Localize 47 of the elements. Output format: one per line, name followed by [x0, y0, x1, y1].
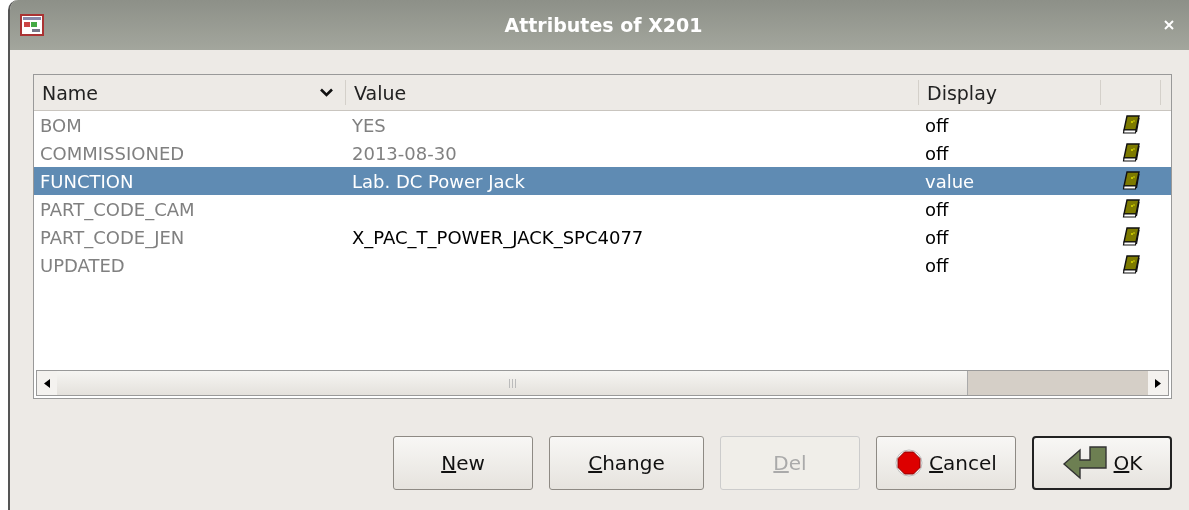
book-icon — [1122, 227, 1140, 247]
table-cell-text: off — [924, 142, 950, 164]
table-cell-text: off — [924, 254, 950, 276]
book-icon — [1122, 171, 1140, 191]
table-cell-text: YES — [351, 114, 387, 136]
attribute-row[interactable]: COMMISSIONED 2013-08-30 off — [34, 139, 1171, 167]
app-icon — [20, 14, 44, 36]
return-arrow-icon — [1061, 446, 1108, 480]
table-cell-text: off — [924, 114, 950, 136]
dialog-button[interactable]: OK — [1032, 436, 1172, 490]
book-icon — [1122, 143, 1140, 163]
table-cell-text: Lab. DC Power Jack — [351, 170, 526, 192]
column-header[interactable]: Value — [346, 80, 919, 105]
table-cell-text: PART_CODE_JEN — [39, 226, 186, 248]
table-cell-text: BOM — [39, 114, 83, 136]
table-cell-text: COMMISSIONED — [39, 142, 186, 164]
table-cell-text: off — [924, 198, 950, 220]
dialog-button[interactable]: New — [393, 436, 533, 490]
book-icon — [1122, 255, 1140, 275]
table-cell-text: FUNCTION — [39, 170, 135, 192]
horizontal-scrollbar[interactable] — [36, 370, 1169, 396]
table-cell-text: value — [924, 170, 976, 192]
grip-icon — [507, 378, 517, 388]
left-arrow-icon — [44, 378, 50, 388]
attribute-row[interactable]: BOM YES off — [34, 111, 1171, 139]
dialog-button[interactable]: Change — [549, 436, 704, 490]
table-cell-text: off — [924, 226, 950, 248]
scrollbar-thumb[interactable] — [57, 371, 968, 395]
book-icon — [1122, 115, 1140, 135]
attribute-row[interactable]: PART_CODE_JEN X_PAC_T_POWER_JACK_SPC4077 off — [34, 223, 1171, 251]
stop-icon — [895, 449, 924, 477]
table-cell-text: X_PAC_T_POWER_JACK_SPC4077 — [351, 226, 645, 248]
attribute-row[interactable]: UPDATED off — [34, 251, 1171, 279]
right-arrow-icon — [1155, 378, 1161, 388]
close-icon[interactable] — [1163, 19, 1175, 31]
scroll-right-button[interactable] — [1148, 371, 1168, 395]
attribute-row[interactable]: PART_CODE_CAM off — [34, 195, 1171, 223]
table-cell-text: UPDATED — [39, 254, 126, 276]
scroll-left-button[interactable] — [37, 371, 57, 395]
book-icon — [1122, 199, 1140, 219]
column-header[interactable]: Name — [34, 80, 346, 105]
column-header[interactable]: Display — [919, 80, 1101, 105]
table-cell-text: PART_CODE_CAM — [39, 198, 196, 220]
table-cell-text: 2013-08-30 — [351, 142, 458, 164]
dialog-button[interactable]: Cancel — [876, 436, 1016, 490]
window-title: Attributes of X201 — [503, 14, 704, 36]
attribute-row[interactable]: FUNCTION Lab. DC Power Jack value — [34, 167, 1171, 195]
